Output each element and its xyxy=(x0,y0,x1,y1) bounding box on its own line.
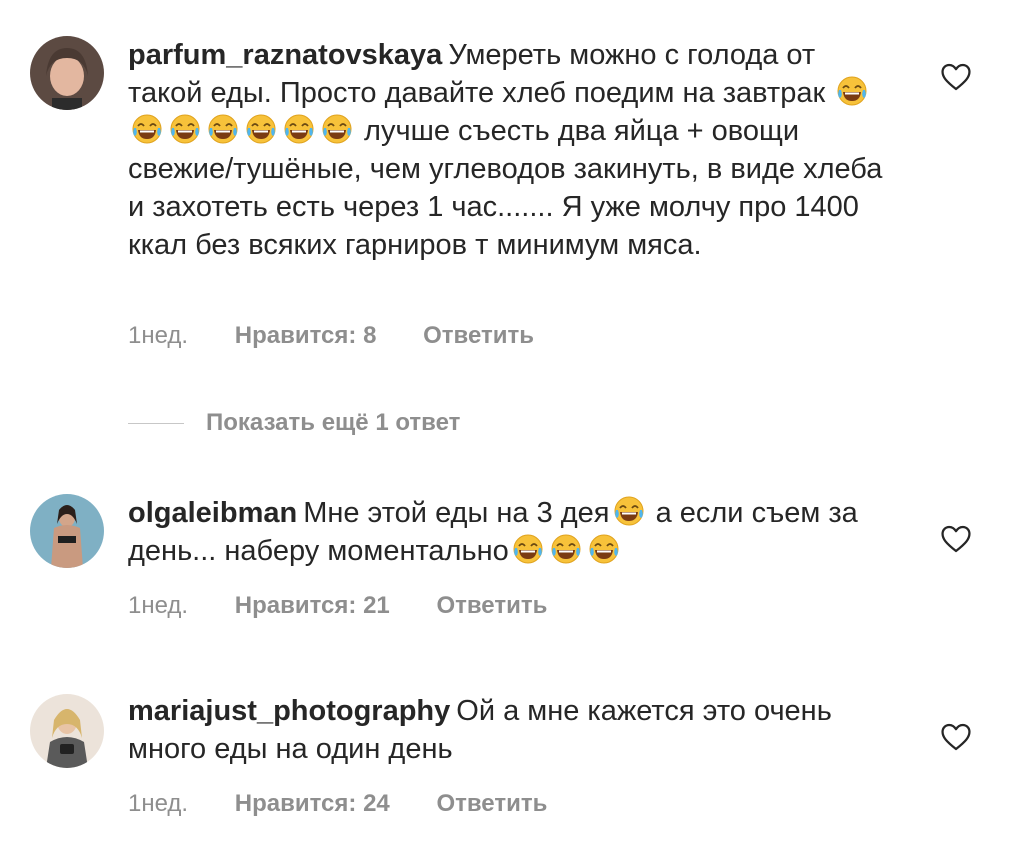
likes-count[interactable]: Нравится: 21 xyxy=(235,592,390,619)
face-with-tears-of-joy-icon xyxy=(131,113,163,145)
face-with-tears-of-joy-icon xyxy=(550,533,582,565)
face-with-tears-of-joy-icon xyxy=(283,113,315,145)
replies-divider xyxy=(128,422,184,424)
avatar[interactable] xyxy=(30,494,104,568)
comment-text: olgaleibman Мне этой еды на 3 дея а если … xyxy=(128,494,888,570)
face-with-tears-of-joy-icon xyxy=(613,495,645,527)
face-with-tears-of-joy-icon xyxy=(836,75,868,107)
comment-time: 1нед. xyxy=(128,790,189,817)
face-with-tears-of-joy-icon xyxy=(245,113,277,145)
heart-outline-icon[interactable] xyxy=(938,522,974,556)
comment-text: parfum_raznatovskaya Умереть можно с голо… xyxy=(128,36,888,264)
face-with-tears-of-joy-icon xyxy=(321,113,353,145)
avatar[interactable] xyxy=(30,36,104,110)
reply-button[interactable]: Ответить xyxy=(436,592,547,619)
comment-time: 1нед. xyxy=(128,592,189,619)
comment-meta: 1нед. Нравится: 24 Ответить xyxy=(128,790,587,818)
face-with-tears-of-joy-icon xyxy=(512,533,544,565)
comment-meta: 1нед. Нравится: 8 Ответить xyxy=(128,322,574,350)
likes-count[interactable]: Нравится: 8 xyxy=(235,322,377,349)
comment-time: 1нед. xyxy=(128,322,189,349)
avatar[interactable] xyxy=(30,694,104,768)
show-more-replies[interactable]: Показать ещё 1 ответ xyxy=(128,409,460,437)
comment-username[interactable]: mariajust_photography xyxy=(128,695,450,727)
comment-body-part: Мне этой еды на 3 дея xyxy=(303,497,610,529)
comment-body-part: лучше съесть два яйца + овощи свежие/туш… xyxy=(128,115,883,261)
heart-outline-icon[interactable] xyxy=(938,60,974,94)
comment-username[interactable]: parfum_raznatovskaya xyxy=(128,39,442,71)
face-with-tears-of-joy-icon xyxy=(207,113,239,145)
reply-button[interactable]: Ответить xyxy=(423,322,534,349)
comment-username[interactable]: olgaleibman xyxy=(128,497,297,529)
heart-outline-icon[interactable] xyxy=(938,720,974,754)
face-with-tears-of-joy-icon xyxy=(169,113,201,145)
comment-meta: 1нед. Нравится: 21 Ответить xyxy=(128,592,587,620)
likes-count[interactable]: Нравится: 24 xyxy=(235,790,390,817)
comment-text: mariajust_photography Ой а мне кажется эт… xyxy=(128,692,888,768)
reply-button[interactable]: Ответить xyxy=(436,790,547,817)
show-more-replies-label[interactable]: Показать ещё 1 ответ xyxy=(206,409,460,437)
face-with-tears-of-joy-icon xyxy=(588,533,620,565)
